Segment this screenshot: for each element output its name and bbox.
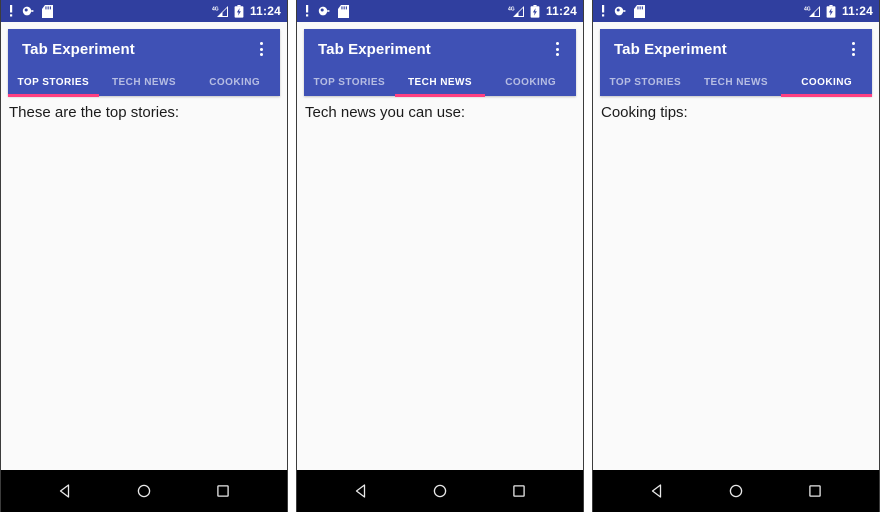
tab-label: COOKING bbox=[209, 77, 261, 88]
nav-recents-icon[interactable] bbox=[203, 470, 243, 512]
app-bar: Tab Experiment TOP STORIES TECH NEWS COO… bbox=[304, 29, 576, 97]
battery-charging-icon bbox=[826, 4, 836, 18]
signal-4g-icon: 4G bbox=[212, 5, 229, 18]
tab-label: TOP STORIES bbox=[609, 77, 682, 88]
tab-indicator bbox=[600, 94, 691, 97]
tab-label: TECH NEWS bbox=[703, 77, 769, 88]
tab-indicator bbox=[691, 94, 782, 97]
alert-exclamation-icon bbox=[9, 5, 13, 17]
status-bar-system-icons: 4G 11:24 bbox=[212, 4, 281, 18]
navigation-bar bbox=[593, 470, 879, 512]
status-bar: 4G 11:24 bbox=[1, 0, 287, 22]
status-bar-system-icons: 4G 11:24 bbox=[804, 4, 873, 18]
status-bar-notification-icons bbox=[305, 4, 508, 18]
tab-label: TOP STORIES bbox=[17, 77, 90, 88]
tab-tech-news[interactable]: TECH NEWS bbox=[394, 69, 486, 97]
nav-home-icon[interactable] bbox=[716, 470, 756, 512]
app-bar: Tab Experiment TOP STORIES TECH NEWS COO… bbox=[600, 29, 873, 97]
app-bar-title-row: Tab Experiment bbox=[304, 29, 576, 69]
overflow-menu-icon[interactable] bbox=[544, 34, 570, 64]
overflow-menu-icon[interactable] bbox=[248, 34, 274, 64]
nav-back-icon[interactable] bbox=[45, 470, 85, 512]
phone-screen-1: 4G 11:24 Tab Experiment TOP STORIES TECH… bbox=[0, 0, 288, 512]
status-bar-notification-icons bbox=[9, 4, 212, 18]
svg-text:4G: 4G bbox=[508, 6, 515, 12]
tab-indicator bbox=[8, 94, 99, 97]
battery-charging-icon bbox=[234, 4, 244, 18]
nav-home-icon[interactable] bbox=[124, 470, 164, 512]
signal-4g-icon: 4G bbox=[804, 5, 821, 18]
tab-content-panel: Cooking tips: bbox=[593, 96, 879, 470]
tab-top-stories[interactable]: TOP STORIES bbox=[600, 69, 691, 96]
tab-cooking[interactable]: COOKING bbox=[781, 69, 873, 97]
tab-bar: TOP STORIES TECH NEWS COOKING bbox=[8, 69, 280, 97]
tab-indicator bbox=[781, 94, 873, 97]
alert-exclamation-icon bbox=[601, 5, 605, 17]
sd-card-icon bbox=[42, 4, 53, 18]
app-bar: Tab Experiment TOP STORIES TECH NEWS COO… bbox=[8, 29, 280, 97]
status-bar-clock: 11:24 bbox=[249, 4, 281, 18]
tab-label: COOKING bbox=[505, 77, 557, 88]
screenshot-strip: 4G 11:24 Tab Experiment TOP STORIES TECH… bbox=[0, 0, 892, 512]
status-bar: 4G 11:24 bbox=[297, 0, 583, 22]
tab-indicator bbox=[189, 94, 280, 97]
navigation-bar bbox=[297, 470, 583, 512]
signal-4g-icon: 4G bbox=[508, 5, 525, 18]
svg-text:4G: 4G bbox=[212, 6, 219, 12]
battery-charging-icon bbox=[530, 4, 540, 18]
tab-label: TOP STORIES bbox=[313, 77, 386, 88]
tab-content-panel: Tech news you can use: bbox=[297, 96, 583, 470]
tab-label: TECH NEWS bbox=[407, 77, 473, 88]
sd-card-icon bbox=[338, 4, 349, 18]
nav-back-icon[interactable] bbox=[341, 470, 381, 512]
tab-top-stories[interactable]: TOP STORIES bbox=[304, 69, 395, 96]
app-bar-container: Tab Experiment TOP STORIES TECH NEWS COO… bbox=[1, 22, 287, 97]
tab-cooking[interactable]: COOKING bbox=[189, 69, 280, 96]
nav-recents-icon[interactable] bbox=[499, 470, 539, 512]
panel-gap bbox=[288, 0, 296, 512]
bug-icon bbox=[21, 5, 34, 17]
overflow-menu-icon[interactable] bbox=[840, 34, 866, 64]
content-text: Cooking tips: bbox=[601, 104, 688, 121]
app-title: Tab Experiment bbox=[614, 40, 727, 58]
tab-tech-news[interactable]: TECH NEWS bbox=[99, 69, 190, 96]
app-title: Tab Experiment bbox=[318, 40, 431, 58]
tab-bar: TOP STORIES TECH NEWS COOKING bbox=[304, 69, 576, 97]
tab-indicator bbox=[99, 94, 190, 97]
tab-indicator bbox=[485, 94, 576, 97]
sd-card-icon bbox=[634, 4, 645, 18]
nav-back-icon[interactable] bbox=[637, 470, 677, 512]
tab-tech-news[interactable]: TECH NEWS bbox=[691, 69, 782, 96]
status-bar-clock: 11:24 bbox=[545, 4, 577, 18]
phone-screen-2: 4G 11:24 Tab Experiment TOP STORIES TECH… bbox=[296, 0, 584, 512]
tab-top-stories[interactable]: TOP STORIES bbox=[8, 69, 99, 97]
app-bar-container: Tab Experiment TOP STORIES TECH NEWS COO… bbox=[297, 22, 583, 97]
alert-exclamation-icon bbox=[305, 5, 309, 17]
app-bar-container: Tab Experiment TOP STORIES TECH NEWS COO… bbox=[593, 22, 879, 97]
phone-screen-3: 4G 11:24 Tab Experiment TOP STORIES TECH… bbox=[592, 0, 880, 512]
content-text: These are the top stories: bbox=[9, 104, 180, 121]
tab-bar: TOP STORIES TECH NEWS COOKING bbox=[600, 69, 873, 97]
panel-gap bbox=[584, 0, 592, 512]
tab-label: COOKING bbox=[801, 77, 853, 88]
nav-home-icon[interactable] bbox=[420, 470, 460, 512]
nav-recents-icon[interactable] bbox=[795, 470, 835, 512]
status-bar-clock: 11:24 bbox=[841, 4, 873, 18]
bug-icon bbox=[613, 5, 626, 17]
status-bar: 4G 11:24 bbox=[593, 0, 879, 22]
app-title: Tab Experiment bbox=[22, 40, 135, 58]
svg-text:4G: 4G bbox=[804, 6, 811, 12]
content-text: Tech news you can use: bbox=[305, 104, 466, 121]
app-bar-title-row: Tab Experiment bbox=[600, 29, 872, 69]
navigation-bar bbox=[1, 470, 287, 512]
tab-indicator bbox=[394, 94, 486, 97]
tab-indicator bbox=[304, 94, 395, 97]
tab-cooking[interactable]: COOKING bbox=[485, 69, 576, 96]
tab-content-panel: These are the top stories: bbox=[1, 96, 287, 470]
tab-label: TECH NEWS bbox=[111, 77, 177, 88]
status-bar-system-icons: 4G 11:24 bbox=[508, 4, 577, 18]
bug-icon bbox=[317, 5, 330, 17]
status-bar-notification-icons bbox=[601, 4, 804, 18]
app-bar-title-row: Tab Experiment bbox=[8, 29, 280, 69]
